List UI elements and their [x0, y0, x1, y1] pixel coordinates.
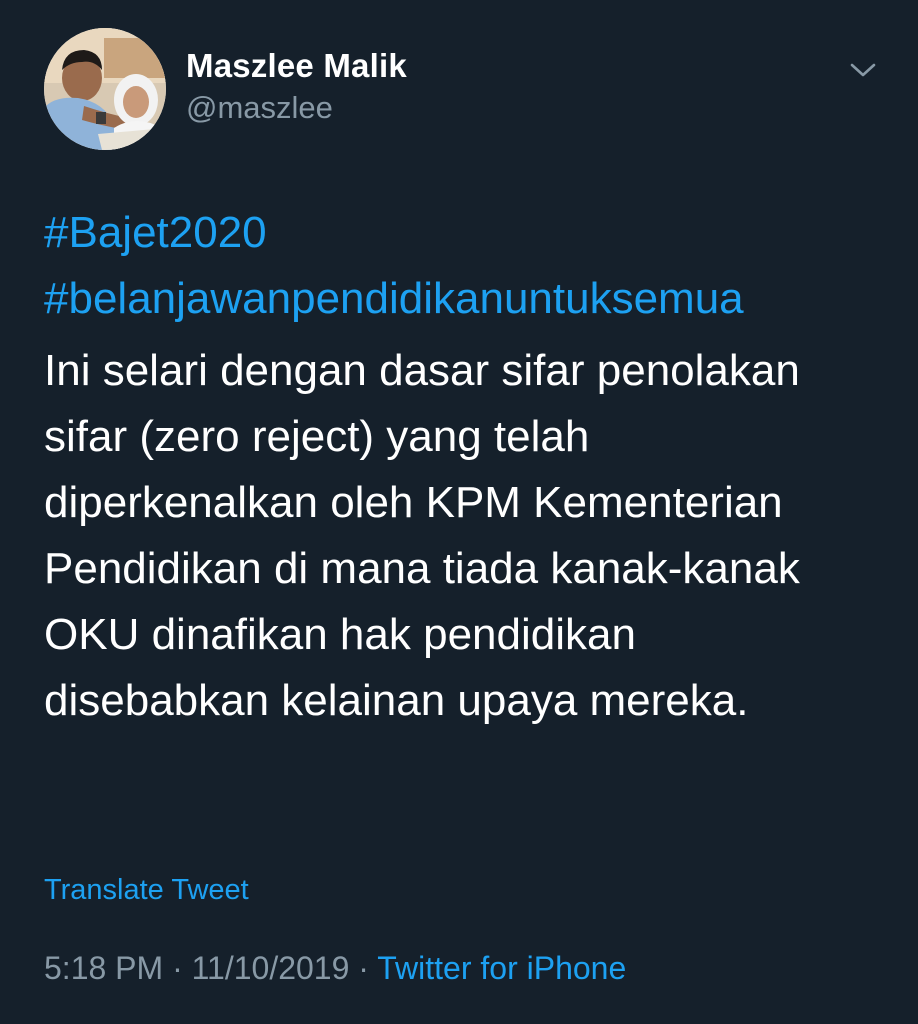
tweet-text-line: Pendidikan di mana tiada kanak-kanak: [44, 544, 800, 593]
tweet-menu-button[interactable]: [846, 56, 880, 84]
hashtag-link[interactable]: #Bajet2020: [44, 200, 894, 266]
tweet-detail: Maszlee Malik @maszlee #Bajet2020 #belan…: [0, 0, 918, 1024]
tweet-text-line: OKU dinafikan hak pendidikan: [44, 610, 636, 659]
chevron-down-icon: [850, 63, 876, 77]
tweet-text-line: Ini selari dengan dasar sifar penolakan: [44, 346, 800, 395]
author-display-name[interactable]: Maszlee Malik: [186, 46, 407, 86]
tweet-text-line: disebabkan kelainan upaya mereka.: [44, 676, 749, 725]
author-block[interactable]: Maszlee Malik @maszlee: [186, 46, 407, 128]
avatar-photo: [44, 28, 166, 150]
meta-separator: ·: [358, 950, 369, 986]
tweet-date[interactable]: 11/10/2019: [192, 950, 350, 986]
tweet-paragraph: Ini selari dengan dasar sifar penolakan …: [44, 338, 894, 734]
avatar[interactable]: [44, 28, 166, 150]
tweet-text-line: sifar (zero reject) yang telah: [44, 412, 590, 461]
tweet-time[interactable]: 5:18 PM: [44, 950, 163, 986]
meta-separator: ·: [172, 950, 183, 986]
tweet-metadata: 5:18 PM · 11/10/2019 · Twitter for iPhon…: [44, 950, 626, 987]
tweet-text: #Bajet2020 #belanjawanpendidikanuntuksem…: [44, 200, 894, 734]
tweet-source-link[interactable]: Twitter for iPhone: [377, 950, 626, 986]
tweet-text-line: diperkenalkan oleh KPM Kementerian: [44, 478, 783, 527]
translate-tweet-link[interactable]: Translate Tweet: [44, 874, 249, 907]
author-handle[interactable]: @maszlee: [186, 88, 407, 128]
hashtag-link[interactable]: #belanjawanpendidikanuntuksemua: [44, 266, 894, 332]
